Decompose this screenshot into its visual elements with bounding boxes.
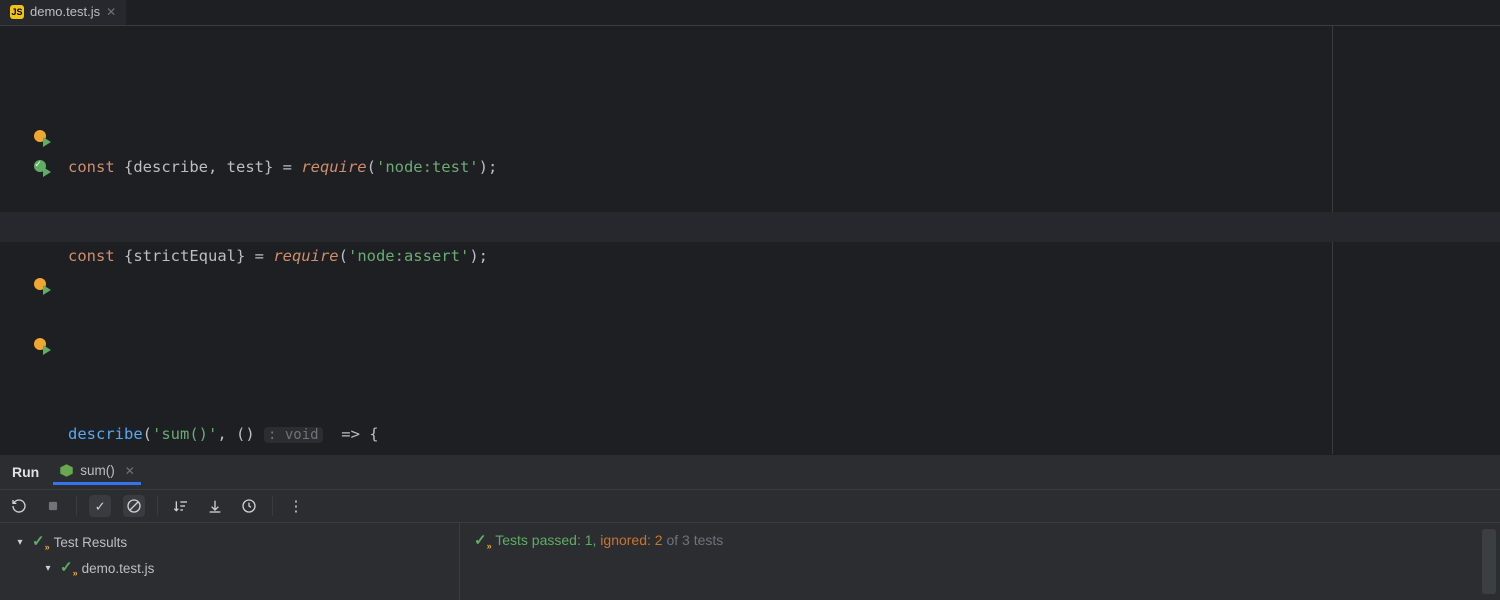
- check-icon: ✓»: [474, 532, 492, 549]
- run-config-tab[interactable]: sum() ✕: [53, 459, 141, 485]
- tree-file-row[interactable]: ▾ ✓» demo.test.js: [0, 555, 459, 581]
- code-area[interactable]: const {describe, test} = require('node:t…: [60, 26, 1500, 454]
- tree-root-label: Test Results: [54, 535, 128, 550]
- file-tab-name: demo.test.js: [30, 4, 100, 19]
- more-icon[interactable]: ⋮: [285, 495, 307, 517]
- run-test-gutter-icon[interactable]: [34, 278, 50, 294]
- run-test-gutter-icon[interactable]: [34, 338, 50, 354]
- check-icon: ✓»: [32, 532, 50, 552]
- close-icon[interactable]: ✕: [106, 5, 116, 19]
- file-tab-bar: JS demo.test.js ✕: [0, 0, 1500, 26]
- show-passed-icon[interactable]: ✓: [89, 495, 111, 517]
- tree-root-row[interactable]: ▾ ✓» Test Results: [0, 529, 459, 555]
- current-line-highlight: [0, 212, 1500, 242]
- test-output[interactable]: ✓» Tests passed: 1, ignored: 2 of 3 test…: [460, 523, 1500, 600]
- run-config-name: sum(): [80, 463, 115, 478]
- chevron-down-icon[interactable]: ▾: [40, 563, 56, 574]
- scrollbar[interactable]: [1482, 529, 1496, 594]
- node-icon: [59, 463, 74, 478]
- chevron-down-icon[interactable]: ▾: [12, 537, 28, 548]
- run-toolbar: ✓ ⋮: [0, 489, 1500, 523]
- sort-icon[interactable]: [170, 495, 192, 517]
- run-header: Run sum() ✕: [0, 455, 1500, 489]
- rerun-icon[interactable]: [8, 495, 30, 517]
- js-file-icon: JS: [10, 5, 24, 19]
- file-tab[interactable]: JS demo.test.js ✕: [0, 0, 126, 25]
- close-icon[interactable]: ✕: [125, 464, 135, 478]
- test-tree[interactable]: ▾ ✓» Test Results ▾ ✓» demo.test.js: [0, 523, 460, 600]
- show-ignored-icon[interactable]: [123, 495, 145, 517]
- run-test-pass-gutter-icon[interactable]: ✓: [34, 160, 50, 176]
- check-icon: ✓»: [60, 558, 78, 578]
- test-summary: ✓» Tests passed: 1, ignored: 2 of 3 test…: [474, 531, 1486, 551]
- run-tool-window: Run sum() ✕ ✓ ⋮: [0, 454, 1500, 600]
- run-test-gutter-icon[interactable]: [34, 130, 50, 146]
- run-label[interactable]: Run: [12, 464, 39, 480]
- history-icon[interactable]: [238, 495, 260, 517]
- stop-icon[interactable]: [42, 495, 64, 517]
- tree-file-label: demo.test.js: [82, 561, 155, 576]
- import-results-icon[interactable]: [204, 495, 226, 517]
- code-editor[interactable]: ✓ const {describe, test} = require('node…: [0, 26, 1500, 454]
- run-content: ▾ ✓» Test Results ▾ ✓» demo.test.js ✓» T…: [0, 523, 1500, 600]
